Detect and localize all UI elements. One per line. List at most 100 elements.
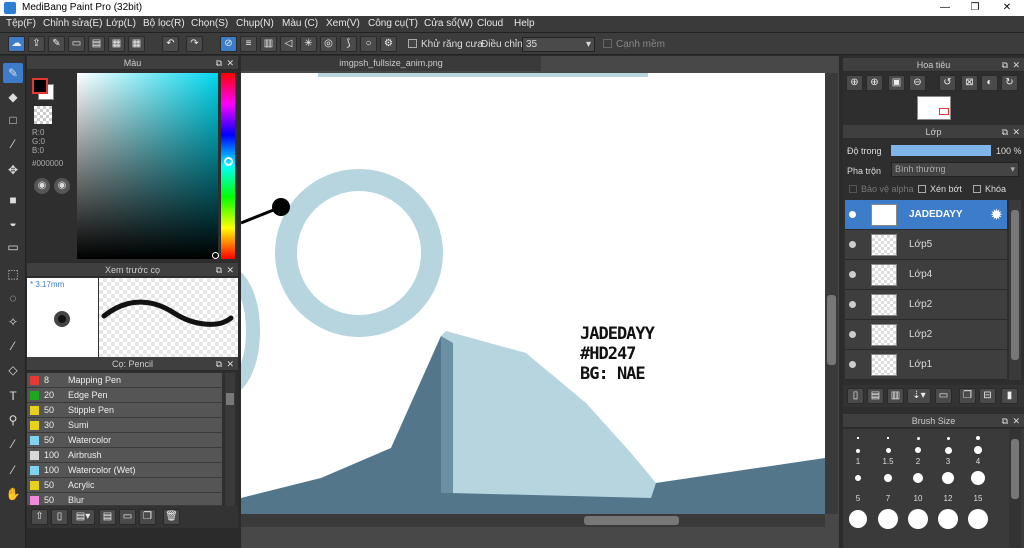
select-pen-icon[interactable]: ⁄ — [3, 336, 23, 356]
brush-size-dot[interactable] — [971, 471, 985, 485]
color-saturation-value-field[interactable] — [77, 73, 218, 259]
brush-item[interactable]: 8 Mapping Pen — [27, 373, 222, 388]
brush-size-dot[interactable] — [884, 474, 892, 482]
divide-tool-icon[interactable]: ⁄ — [3, 434, 23, 454]
canvas-vertical-scrollbar[interactable] — [825, 73, 838, 514]
brush-size-dot[interactable] — [878, 509, 898, 529]
menu-view[interactable]: Xem(V) — [326, 18, 360, 29]
document-tab[interactable]: imgpsh_fullsize_anim.png — [241, 56, 541, 71]
menu-capture[interactable]: Chụp(N) — [236, 18, 274, 29]
float-icon[interactable]: ⧉ — [216, 357, 222, 371]
maximize-button[interactable]: ❐ — [960, 0, 990, 16]
brush-list-scroll-thumb[interactable] — [226, 393, 234, 405]
menu-file[interactable]: Tệp(F) — [6, 18, 36, 29]
canvas-vertical-thumb[interactable] — [827, 295, 836, 365]
foreground-color-swatch[interactable] — [32, 78, 48, 94]
brush-size-dot[interactable] — [938, 509, 958, 529]
message-icon[interactable]: ▭ — [68, 36, 85, 52]
protect-alpha-checkbox[interactable] — [849, 185, 857, 193]
menu-select[interactable]: Chọn(S) — [191, 18, 228, 29]
duplicate-icon[interactable]: ❐ — [139, 509, 156, 525]
menu-layer[interactable]: Lớp(L) — [106, 18, 136, 29]
close-icon[interactable]: ✕ — [1012, 58, 1020, 72]
snap-settings-icon[interactable]: ⚙ — [380, 36, 397, 52]
brush-settings-icon[interactable]: ▤ — [99, 509, 116, 525]
brush-size-dot[interactable] — [942, 472, 954, 484]
close-icon[interactable]: ✕ — [226, 56, 234, 70]
duplicate-layer-icon[interactable]: ❐ — [959, 388, 976, 404]
close-icon[interactable]: ✕ — [1012, 414, 1020, 428]
menu-cloud[interactable]: Cloud — [477, 18, 503, 29]
color-picker-marker[interactable] — [212, 252, 219, 259]
redo-button[interactable]: ↷ — [186, 36, 203, 52]
layer-list-scrollbar[interactable] — [1009, 200, 1021, 380]
navigator-thumbnail[interactable] — [917, 96, 951, 120]
magic-wand-icon[interactable]: ✧ — [3, 312, 23, 332]
brush-item[interactable]: 100 Watercolor (Wet) — [27, 463, 222, 478]
dotted-pen-icon[interactable]: ⁄ — [3, 134, 23, 154]
menu-window[interactable]: Cửa sổ(W) — [424, 18, 473, 29]
menu-tools[interactable]: Công cụ(T) — [368, 18, 418, 29]
parallel-snap-icon[interactable]: ≡ — [240, 36, 257, 52]
fill-rect-icon[interactable]: ■ — [3, 190, 23, 210]
undo-button[interactable]: ↶ — [162, 36, 179, 52]
antialias-checkbox[interactable] — [408, 39, 417, 48]
canvas-horizontal-scrollbar[interactable] — [241, 514, 825, 527]
gear-icon[interactable]: ✹ — [991, 207, 1002, 223]
brush-size-dot[interactable] — [887, 437, 889, 439]
brush-item[interactable]: 50 Blur — [27, 493, 222, 506]
opacity-slider[interactable] — [891, 145, 991, 156]
pen-tool-icon[interactable]: ✎ — [3, 63, 23, 83]
lock-checkbox[interactable] — [973, 185, 981, 193]
trash-icon[interactable]: 🗑 — [163, 509, 180, 525]
canvas-horizontal-thumb[interactable] — [584, 516, 679, 525]
close-button[interactable]: ✕ — [992, 0, 1022, 16]
new-8bit-layer-icon[interactable]: ▥ — [887, 388, 904, 404]
float-icon[interactable]: ⧉ — [216, 263, 222, 277]
eyedropper-icon[interactable]: ⁄ — [3, 460, 23, 480]
merge-layer-icon[interactable]: ⊟ — [979, 388, 996, 404]
brush-size-dot[interactable] — [945, 447, 952, 454]
brush-item[interactable]: 50 Stipple Pen — [27, 403, 222, 418]
layer-item[interactable]: Lớp2 — [845, 290, 1007, 320]
visibility-icon[interactable] — [849, 271, 856, 278]
select-eraser-icon[interactable]: ◇ — [3, 360, 23, 380]
brush-size-dot[interactable] — [968, 509, 988, 529]
brush-size-dot[interactable] — [857, 437, 859, 439]
snap-off-icon[interactable]: ⊘ — [220, 36, 237, 52]
select-rect-icon[interactable]: ⬚ — [3, 264, 23, 284]
zoom-out-icon[interactable]: ⊖ — [909, 75, 926, 91]
layer-item[interactable]: Lớp5 — [845, 230, 1007, 260]
radial-snap-icon[interactable]: ✳ — [300, 36, 317, 52]
vanish-snap-icon[interactable]: ◁ — [280, 36, 297, 52]
layer-item[interactable]: Lớp2 — [845, 320, 1007, 350]
flip-icon[interactable]: ⊠ — [961, 75, 978, 91]
minimize-button[interactable]: — — [930, 0, 960, 16]
hue-slider[interactable] — [221, 73, 235, 259]
hand-tool-icon[interactable]: ✋ — [3, 484, 23, 504]
add-brush-icon[interactable]: ⇧ — [31, 509, 48, 525]
layer-list-scroll-thumb[interactable] — [1011, 210, 1019, 360]
brush-list-scrollbar[interactable] — [225, 373, 235, 506]
menu-color[interactable]: Màu (C) — [282, 18, 318, 29]
palette-icon[interactable]: ◉ — [34, 178, 50, 194]
brush-item[interactable]: 30 Sumi — [27, 418, 222, 433]
blend-select[interactable]: Bình thường ▾ — [891, 162, 1019, 177]
adjust-select[interactable]: 35 ▾ — [522, 37, 595, 52]
document-icon[interactable]: ▤ — [88, 36, 105, 52]
brush-item[interactable]: 50 Watercolor — [27, 433, 222, 448]
visibility-icon[interactable] — [849, 211, 856, 218]
brush-size-dot[interactable] — [913, 473, 923, 483]
float-icon[interactable]: ⧉ — [1002, 58, 1008, 72]
menu-help[interactable]: Help — [514, 18, 535, 29]
float-icon[interactable]: ⧉ — [216, 56, 222, 70]
new-halftone-layer-icon[interactable]: ▤ — [867, 388, 884, 404]
navigator-viewport[interactable] — [939, 108, 949, 115]
brush-size-scrollbar[interactable] — [1009, 429, 1021, 548]
new-brush-icon[interactable]: ▯ — [51, 509, 68, 525]
rotate-reset-icon[interactable]: ◐ — [981, 75, 998, 91]
brush-size-dot[interactable] — [976, 436, 980, 440]
brush-size-dot[interactable] — [886, 448, 891, 453]
brush-size-dot[interactable] — [917, 437, 920, 440]
folder-icon[interactable]: ▭ — [119, 509, 136, 525]
